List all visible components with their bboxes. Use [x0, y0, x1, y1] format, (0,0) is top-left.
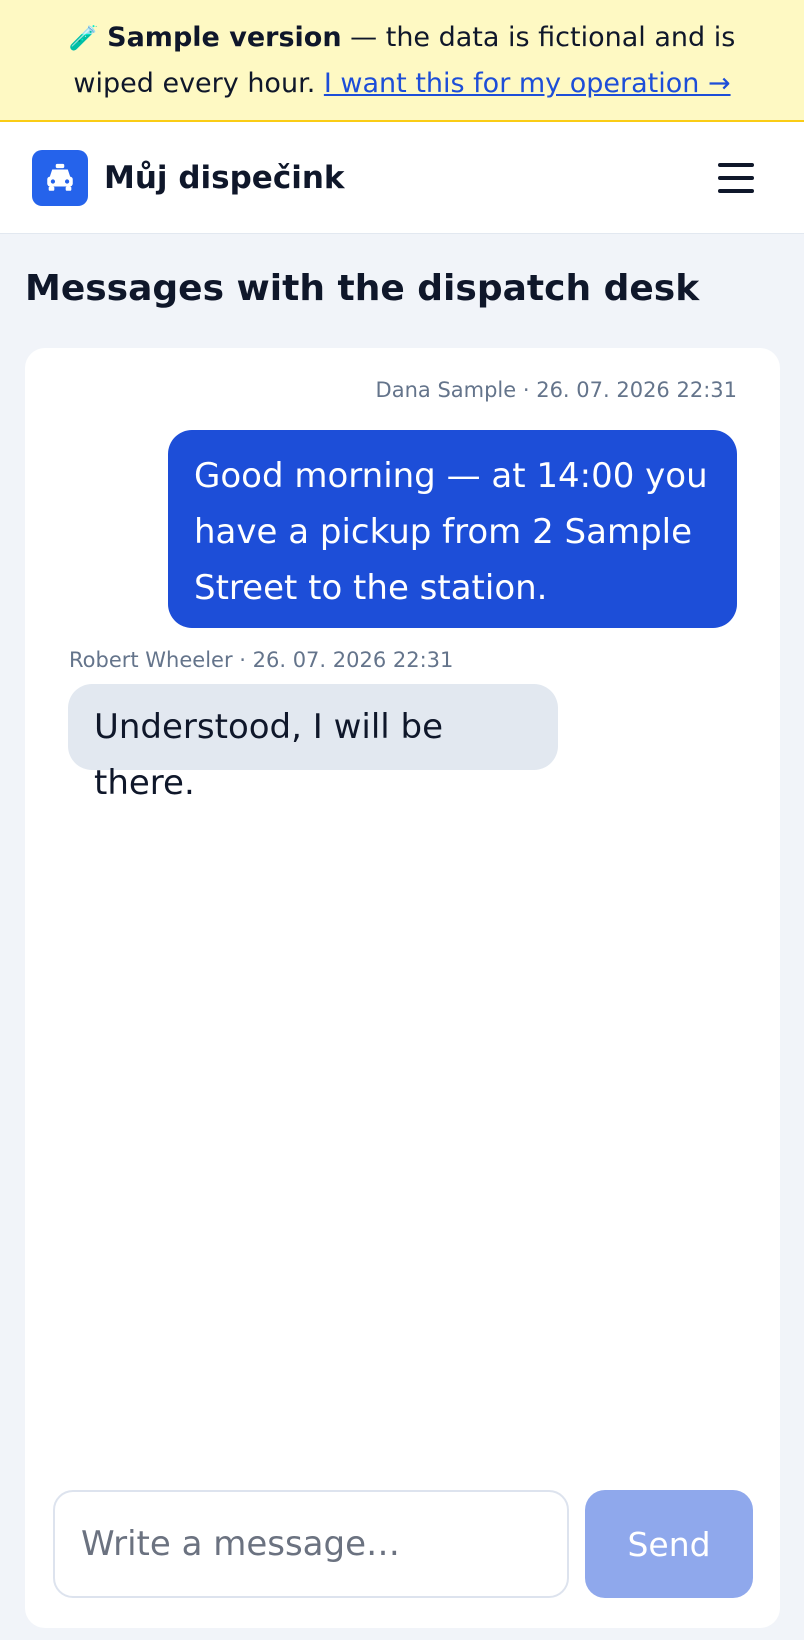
taxi-icon[interactable] — [32, 150, 88, 206]
menu-bar — [718, 189, 754, 193]
app-title[interactable]: Můj dispečink — [104, 158, 345, 198]
taxi-icon-svg — [47, 163, 73, 191]
message-bubble-incoming: Understood, I will be there. — [68, 684, 558, 803]
banner-bold-text: Sample version — [107, 22, 342, 53]
hamburger-menu-icon[interactable] — [712, 154, 760, 202]
sample-banner: 🧪 Sample version — the data is fictional… — [0, 0, 804, 122]
send-button[interactable]: Send — [585, 1490, 753, 1598]
message-meta-incoming: Robert Wheeler · 26. 07. 2026 22:31 — [69, 648, 454, 672]
app-header: Můj dispečink — [0, 122, 804, 234]
page-title: Messages with the dispatch desk — [25, 268, 700, 309]
message-bubble-outgoing: Good morning — at 14:00 you have a picku… — [168, 430, 737, 628]
menu-bar — [718, 163, 754, 167]
chat-panel: Dana Sample · 26. 07. 2026 22:31 Good mo… — [25, 348, 780, 1628]
message-input[interactable] — [53, 1490, 569, 1598]
test-tube-icon: 🧪 — [68, 24, 99, 52]
menu-bar — [718, 176, 754, 180]
message-meta-outgoing: Dana Sample · 26. 07. 2026 22:31 — [375, 378, 737, 402]
banner-cta-link[interactable]: I want this for my operation → — [324, 68, 731, 99]
